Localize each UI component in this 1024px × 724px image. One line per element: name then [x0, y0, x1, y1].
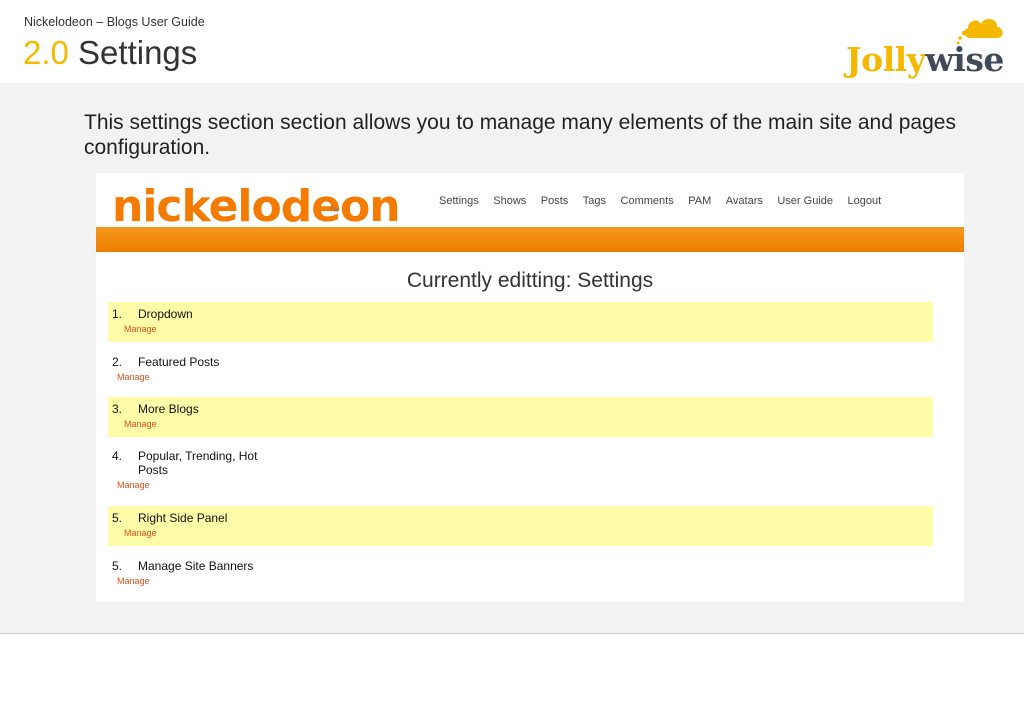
manage-link[interactable]: Manage [124, 324, 157, 334]
settings-item-featured-posts: 2. Featured Posts Manage [112, 355, 220, 382]
document-header: Nickelodeon – Blogs User Guide 2.0 Setti… [0, 0, 1024, 83]
settings-item-popular-trending-hot: 4. Popular, Trending, Hot Posts Manage [112, 449, 258, 490]
divider [0, 633, 1024, 634]
manage-link[interactable]: Manage [124, 419, 157, 429]
nav-posts[interactable]: Posts [541, 195, 569, 207]
document-subtitle: Nickelodeon – Blogs User Guide [24, 15, 205, 29]
nav-pam[interactable]: PAM [688, 195, 711, 207]
item-label: More Blogs [138, 402, 199, 416]
trademark-mark: TM [330, 208, 339, 214]
jollywise-logo: Jollywise [846, 10, 1011, 80]
item-label: Right Side Panel [138, 511, 228, 525]
item-label-line2: Posts [138, 463, 169, 477]
nav-tags[interactable]: Tags [583, 195, 606, 207]
nav-comments[interactable]: Comments [621, 195, 674, 207]
top-nav: Settings Shows Posts Tags Comments PAM A… [439, 195, 896, 207]
section-title: Settings [78, 34, 198, 71]
embedded-screenshot: nickelodeon TM Settings Shows Posts Tags… [96, 173, 964, 602]
settings-item-more-blogs: 3. More Blogs Manage [108, 397, 933, 437]
orange-banner [96, 227, 964, 252]
editing-title: Currently editting: Settings [406, 269, 654, 292]
settings-item-site-banners: 5. Manage Site Banners Manage [112, 559, 254, 586]
page-title: 2.0 Settings [23, 34, 197, 72]
manage-link[interactable]: Manage [117, 372, 150, 382]
settings-item-dropdown: 1. Dropdown Manage [108, 302, 933, 342]
settings-item-right-side-panel: 5. Right Side Panel Manage [108, 506, 933, 546]
manage-link[interactable]: Manage [117, 480, 150, 490]
item-label: Popular, Trending, Hot [138, 449, 258, 463]
nav-avatars[interactable]: Avatars [726, 195, 763, 207]
nav-user-guide[interactable]: User Guide [777, 195, 833, 207]
manage-link[interactable]: Manage [124, 528, 157, 538]
item-label: Dropdown [138, 307, 193, 321]
item-label: Manage Site Banners [138, 559, 254, 573]
nav-logout[interactable]: Logout [848, 195, 882, 207]
jollywise-wordmark: Jollywise [846, 40, 1004, 79]
intro-text: This settings section section allows you… [84, 111, 956, 159]
nav-settings[interactable]: Settings [439, 195, 479, 207]
nav-shows[interactable]: Shows [493, 195, 526, 207]
manage-link[interactable]: Manage [117, 576, 150, 586]
item-label: Featured Posts [138, 355, 220, 369]
nickelodeon-logo: nickelodeon [112, 181, 401, 232]
section-number: 2.0 [23, 34, 69, 71]
